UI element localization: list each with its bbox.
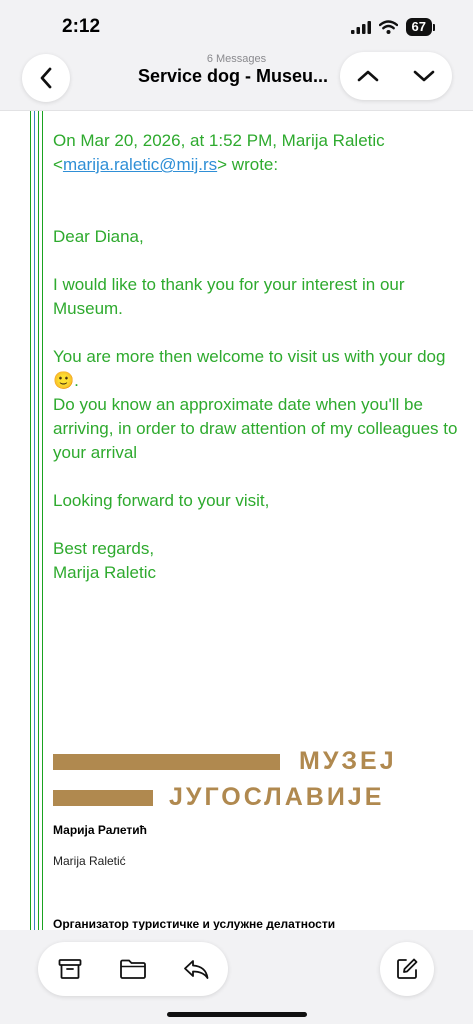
sender-email-link[interactable]: marija.raletic@mij.rs xyxy=(63,155,217,174)
status-bar: 2:12 67 xyxy=(0,0,473,52)
logo-text-line2: ЈУГОСЛАВИЈЕ xyxy=(169,783,385,811)
quote-bar xyxy=(30,111,31,931)
paragraph-looking-forward: Looking forward to your visit, xyxy=(53,491,270,510)
next-message-button[interactable] xyxy=(400,52,448,100)
reply-button[interactable] xyxy=(172,945,220,993)
home-indicator xyxy=(167,1012,307,1017)
email-body[interactable]: On Mar 20, 2026, at 1:52 PM, Marija Rale… xyxy=(0,111,473,931)
logo-text-line1: МУЗЕЈ xyxy=(299,747,397,775)
message-navigation xyxy=(340,52,452,100)
paragraph-welcome: You are more then welcome to visit us wi… xyxy=(53,345,463,393)
archive-button[interactable] xyxy=(46,945,94,993)
closing: Best regards, xyxy=(53,539,155,558)
chevron-up-icon xyxy=(357,70,379,82)
signature-name-cyrillic: Марија Ралетић xyxy=(53,823,147,837)
reply-icon xyxy=(184,960,209,979)
sender-name: Marija Raletic xyxy=(53,563,156,582)
quote-header-suffix: > wrote: xyxy=(217,155,279,174)
logo-bar-bottom xyxy=(53,790,153,806)
status-icons: 67 xyxy=(350,18,435,36)
angle-bracket: < xyxy=(53,155,63,174)
wifi-icon xyxy=(378,20,398,34)
signal-icon xyxy=(350,20,371,34)
smile-emoji-icon: 🙂 xyxy=(53,371,75,390)
quote-header: On Mar 20, 2026, at 1:52 PM, Marija Rale… xyxy=(53,129,463,177)
action-group xyxy=(38,942,228,996)
battery-icon: 67 xyxy=(405,18,435,36)
quote-header-text: On Mar 20, 2026, at 1:52 PM, Marija Rale… xyxy=(53,131,385,150)
paragraph-welcome-text: You are more then welcome to visit us wi… xyxy=(53,347,446,366)
thread-title: Service dog - Museu... xyxy=(138,66,329,86)
nav-bar: 6 Messages Service dog - Museu... xyxy=(0,48,473,111)
paragraph-question: Do you know an approximate date when you… xyxy=(53,395,458,462)
paragraph-thanks: I would like to thank you for your inter… xyxy=(53,275,405,318)
logo-bar-top xyxy=(53,754,280,770)
compose-button[interactable] xyxy=(380,942,434,996)
paragraph-welcome-end: . xyxy=(74,371,79,390)
move-to-folder-button[interactable] xyxy=(109,945,157,993)
quoted-message: On Mar 20, 2026, at 1:52 PM, Marija Rale… xyxy=(53,111,463,585)
greeting: Dear Diana, xyxy=(53,227,144,246)
quote-bar xyxy=(34,111,35,931)
folder-icon xyxy=(120,959,146,979)
chevron-left-icon xyxy=(40,67,52,89)
compose-icon xyxy=(397,958,418,979)
chevron-down-icon xyxy=(413,70,435,82)
signature-organization: Организатор туристичке и услужне делатно… xyxy=(53,917,336,931)
bottom-toolbar xyxy=(0,930,473,1024)
quote-bar xyxy=(42,111,43,931)
quote-bar xyxy=(38,111,39,931)
status-time: 2:12 xyxy=(62,16,101,37)
signature-name-latin: Marija Raletić xyxy=(53,854,126,868)
archive-icon xyxy=(58,959,82,979)
battery-level: 67 xyxy=(405,18,432,36)
previous-message-button[interactable] xyxy=(344,52,392,100)
